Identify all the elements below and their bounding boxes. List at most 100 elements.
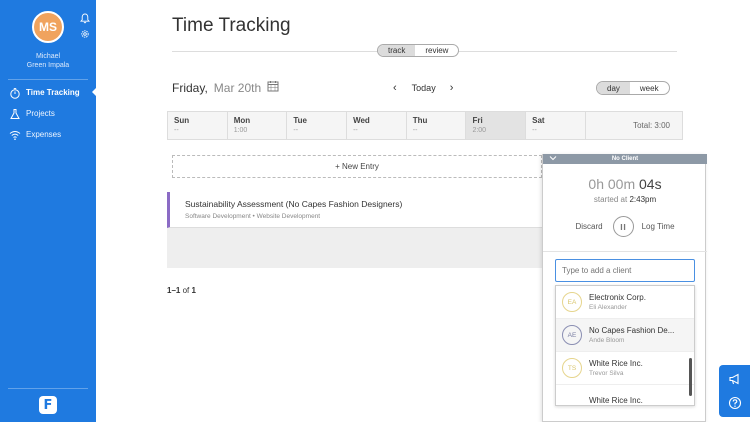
- sidebar: MS Michael Green Impala Time Tracking Pr…: [0, 0, 96, 422]
- page-title: Time Tracking: [172, 15, 291, 36]
- day-name: Tue: [293, 116, 308, 125]
- timer-controls: Discard Log Time: [543, 216, 707, 237]
- chevron-left-icon[interactable]: ‹: [393, 82, 397, 94]
- elapsed-seconds: 04s: [639, 176, 662, 192]
- day-name: Fri: [472, 116, 483, 125]
- pagination-total: 1: [191, 286, 196, 295]
- client-option[interactable]: EA Electronix Corp. Eli Alexander: [556, 286, 694, 319]
- started-prefix: started at: [593, 195, 628, 204]
- client-search-input[interactable]: [555, 259, 695, 282]
- elapsed-minutes: 00m: [607, 176, 636, 192]
- help-button[interactable]: [719, 389, 750, 417]
- client-name: White Rice Inc.: [589, 359, 643, 368]
- pagination-range: 1–1: [167, 286, 181, 295]
- client-name: No Capes Fashion De...: [589, 326, 675, 335]
- client-dropdown: EA Electronix Corp. Eli Alexander AE No C…: [555, 285, 695, 406]
- bell-icon[interactable]: [80, 13, 90, 24]
- sidebar-item-label: Projects: [26, 109, 55, 118]
- scrollbar[interactable]: [689, 358, 692, 396]
- day-name: Mon: [233, 116, 251, 125]
- started-time: 2:43pm: [629, 195, 657, 204]
- started-at: started at 2:43pm: [543, 195, 707, 204]
- chevron-right-icon[interactable]: ›: [450, 82, 454, 94]
- day-hours: 1:00: [233, 127, 248, 134]
- client-contact: Eli Alexander: [589, 304, 627, 311]
- track-review-toggle: track review: [377, 44, 460, 57]
- track-tab[interactable]: track: [378, 45, 416, 56]
- elapsed-hours: 0h: [588, 176, 604, 192]
- day-hours: --: [293, 127, 299, 134]
- avatar[interactable]: MS: [32, 11, 64, 43]
- client-avatar: AE: [562, 325, 582, 345]
- day-hours: --: [353, 127, 358, 134]
- sidebar-item-expenses[interactable]: Expenses: [0, 124, 96, 145]
- day-hours: --: [174, 127, 179, 134]
- day-cell-thu[interactable]: Thu --: [407, 112, 467, 139]
- stopwatch-icon: [8, 86, 21, 99]
- day-name: Thu: [412, 116, 428, 125]
- day-cell-fri[interactable]: Fri 2:00: [466, 112, 527, 139]
- sidebar-divider: [8, 79, 88, 80]
- calendar-icon[interactable]: [267, 80, 279, 95]
- day-cell-wed[interactable]: Wed --: [347, 112, 407, 139]
- sidebar-item-label: Expenses: [26, 130, 62, 139]
- weekday-label: Friday,: [172, 80, 208, 95]
- day-week-toggle: day week: [596, 81, 670, 95]
- day-cell-sun[interactable]: Sun --: [168, 112, 228, 139]
- timer-divider: [543, 251, 707, 252]
- date-label: Mar 20th: [213, 80, 262, 95]
- review-tab[interactable]: review: [415, 45, 458, 56]
- client-contact: Ande Bloom: [589, 337, 625, 344]
- client-avatar: TS: [562, 358, 582, 378]
- day-cell-sat[interactable]: Sat --: [526, 112, 586, 139]
- client-avatar: EA: [562, 292, 582, 312]
- day-cell-mon[interactable]: Mon 1:00: [228, 112, 288, 139]
- day-name: Sun: [174, 116, 190, 125]
- sidebar-item-label: Time Tracking: [26, 88, 80, 97]
- discard-button[interactable]: Discard: [575, 222, 602, 231]
- day-hours: --: [532, 127, 537, 134]
- client-contact: Trevor Silva: [589, 370, 624, 377]
- date-navigation: ‹ Today ›: [393, 82, 453, 94]
- pause-button[interactable]: [612, 216, 634, 237]
- flask-icon: [8, 107, 21, 120]
- sidebar-nav: Time Tracking Projects Expenses: [0, 82, 96, 145]
- entry-placeholder-row: [167, 228, 542, 268]
- day-name: Sat: [532, 116, 545, 125]
- pagination: 1–1 of 1: [167, 286, 196, 295]
- timer-panel: No Client 0h 00m 04s started at 2:43pm D…: [542, 154, 707, 422]
- megaphone-icon: [728, 373, 739, 385]
- question-icon: [728, 396, 741, 410]
- sidebar-divider: [8, 388, 88, 389]
- day-cell-tue[interactable]: Tue --: [287, 112, 348, 139]
- pause-icon: [620, 223, 626, 230]
- client-option[interactable]: AE No Capes Fashion De... Ande Bloom: [556, 319, 694, 352]
- gear-icon[interactable]: [80, 29, 90, 39]
- timer-header[interactable]: No Client: [543, 154, 707, 164]
- time-entry[interactable]: Sustainability Assessment (No Capes Fash…: [167, 192, 542, 228]
- user-first-name: Michael: [35, 53, 61, 60]
- day-hours: 2:00: [472, 127, 487, 134]
- sidebar-icons: [80, 13, 90, 39]
- week-total: Total: 3:00: [633, 121, 670, 130]
- date-display: Friday, Mar 20th: [172, 80, 279, 95]
- sidebar-item-projects[interactable]: Projects: [0, 103, 96, 124]
- chevron-down-icon[interactable]: [549, 155, 557, 163]
- week-tab[interactable]: week: [630, 82, 669, 94]
- client-name: Electronix Corp.: [589, 293, 646, 302]
- freshbooks-logo-icon[interactable]: F: [39, 396, 57, 414]
- today-button[interactable]: Today: [412, 83, 436, 93]
- client-option[interactable]: White Rice Inc.: [556, 385, 694, 405]
- elapsed-time: 0h 00m 04s: [543, 176, 707, 192]
- log-time-button[interactable]: Log Time: [642, 222, 675, 231]
- pagination-of: of: [182, 286, 190, 295]
- wifi-icon: [8, 128, 21, 141]
- client-name: White Rice Inc.: [589, 395, 643, 405]
- week-strip: Sun -- Mon 1:00 Tue -- Wed -- Thu -- Fri 2:00 …: [167, 111, 683, 140]
- client-option[interactable]: TS White Rice Inc. Trevor Silva: [556, 352, 694, 385]
- new-entry-button[interactable]: + New Entry: [172, 155, 542, 178]
- entry-subtitle: Software Development • Website Developme…: [185, 213, 321, 220]
- sidebar-item-time-tracking[interactable]: Time Tracking: [0, 82, 96, 103]
- day-tab[interactable]: day: [597, 82, 630, 94]
- active-caret: [92, 88, 96, 96]
